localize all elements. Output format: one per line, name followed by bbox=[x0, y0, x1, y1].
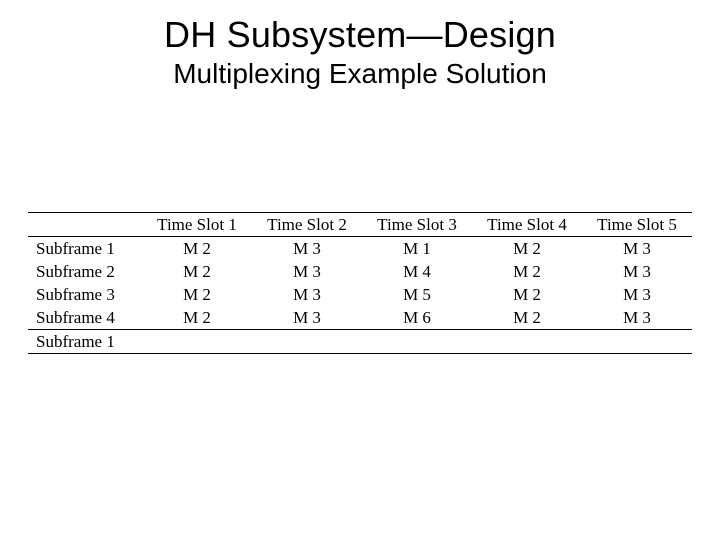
col-slot3: Time Slot 3 bbox=[362, 213, 472, 237]
cell: M 3 bbox=[252, 306, 362, 330]
cell: M 2 bbox=[472, 260, 582, 283]
cell: M 2 bbox=[142, 306, 252, 330]
table-row: Subframe 1 bbox=[28, 330, 692, 354]
cell: M 3 bbox=[582, 260, 692, 283]
table-row: Subframe 1 M 2 M 3 M 1 M 2 M 3 bbox=[28, 237, 692, 261]
col-slot5: Time Slot 5 bbox=[582, 213, 692, 237]
col-slot4: Time Slot 4 bbox=[472, 213, 582, 237]
cell: M 2 bbox=[472, 283, 582, 306]
slide: DH Subsystem—Design Multiplexing Example… bbox=[0, 14, 720, 554]
cell: M 2 bbox=[142, 260, 252, 283]
slide-subtitle: Multiplexing Example Solution bbox=[0, 58, 720, 90]
col-slot1: Time Slot 1 bbox=[142, 213, 252, 237]
cell bbox=[362, 330, 472, 354]
cell bbox=[252, 330, 362, 354]
cell: M 3 bbox=[252, 283, 362, 306]
cell: M 3 bbox=[252, 260, 362, 283]
cell: M 4 bbox=[362, 260, 472, 283]
cell bbox=[142, 330, 252, 354]
cell: M 2 bbox=[142, 237, 252, 261]
cell: M 6 bbox=[362, 306, 472, 330]
table-header-row: Time Slot 1 Time Slot 2 Time Slot 3 Time… bbox=[28, 213, 692, 237]
row-label: Subframe 1 bbox=[28, 237, 142, 261]
col-blank bbox=[28, 213, 142, 237]
col-slot2: Time Slot 2 bbox=[252, 213, 362, 237]
cell bbox=[582, 330, 692, 354]
cell bbox=[472, 330, 582, 354]
table-container: Time Slot 1 Time Slot 2 Time Slot 3 Time… bbox=[28, 212, 692, 354]
row-label: Subframe 3 bbox=[28, 283, 142, 306]
row-label: Subframe 2 bbox=[28, 260, 142, 283]
cell: M 2 bbox=[472, 237, 582, 261]
cell: M 5 bbox=[362, 283, 472, 306]
multiplexing-table: Time Slot 1 Time Slot 2 Time Slot 3 Time… bbox=[28, 213, 692, 354]
table-row: Subframe 3 M 2 M 3 M 5 M 2 M 3 bbox=[28, 283, 692, 306]
row-label: Subframe 4 bbox=[28, 306, 142, 330]
cell: M 2 bbox=[472, 306, 582, 330]
cell: M 3 bbox=[252, 237, 362, 261]
table-row: Subframe 2 M 2 M 3 M 4 M 2 M 3 bbox=[28, 260, 692, 283]
row-label: Subframe 1 bbox=[28, 330, 142, 354]
table-row: Subframe 4 M 2 M 3 M 6 M 2 M 3 bbox=[28, 306, 692, 330]
cell: M 3 bbox=[582, 237, 692, 261]
cell: M 3 bbox=[582, 306, 692, 330]
cell: M 3 bbox=[582, 283, 692, 306]
slide-title: DH Subsystem—Design bbox=[0, 14, 720, 56]
cell: M 1 bbox=[362, 237, 472, 261]
cell: M 2 bbox=[142, 283, 252, 306]
